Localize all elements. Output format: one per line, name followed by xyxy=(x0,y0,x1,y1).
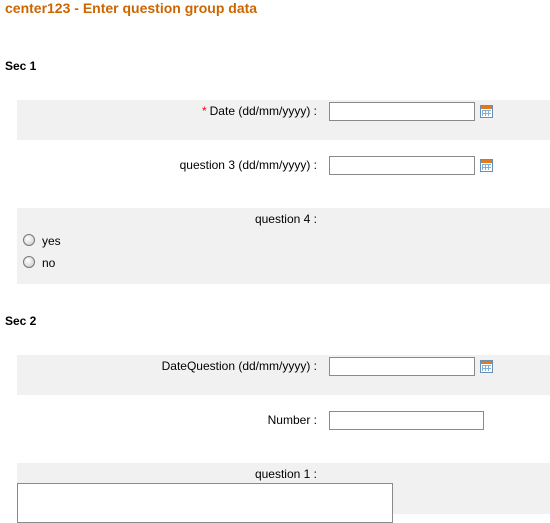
radio-yes[interactable] xyxy=(23,234,35,246)
required-marker: * xyxy=(201,104,207,118)
date-input[interactable] xyxy=(329,102,475,121)
calendar-icon[interactable] xyxy=(480,159,493,172)
calendar-icon[interactable] xyxy=(480,360,493,373)
question-1-textarea[interactable] xyxy=(17,483,393,523)
question-label-date-text: Date (dd/mm/yyyy) : xyxy=(209,104,317,118)
question-label-datequestion: DateQuestion (dd/mm/yyyy) : xyxy=(161,359,317,373)
section-heading-sec-2: Sec 2 xyxy=(5,314,37,328)
number-input[interactable] xyxy=(329,411,484,430)
radio-label-no: no xyxy=(42,256,56,270)
page-title: center123 - Enter question group data xyxy=(5,0,258,16)
question-label-question-4: question 4 : xyxy=(254,212,317,226)
question-row-datequestion: DateQuestion (dd/mm/yyyy) : xyxy=(17,355,550,395)
question-label-number: Number : xyxy=(267,413,317,427)
question-3-date-input[interactable] xyxy=(329,156,475,175)
radio-no[interactable] xyxy=(23,256,35,268)
calendar-icon[interactable] xyxy=(480,105,493,118)
question-row-number: Number : xyxy=(17,409,550,449)
section-heading-sec-1: Sec 1 xyxy=(5,59,37,73)
question-label-question-3: question 3 (dd/mm/yyyy) : xyxy=(179,158,317,172)
datequestion-input[interactable] xyxy=(329,357,475,376)
question-row-date: * Date (dd/mm/yyyy) : xyxy=(17,100,550,140)
radio-label-yes: yes xyxy=(42,234,61,248)
question-row-question-4: question 4 : yes no xyxy=(17,208,550,284)
question-label-question-1: question 1 : xyxy=(254,467,317,481)
question-label-date: * Date (dd/mm/yyyy) : xyxy=(202,104,317,118)
question-row-question-3: question 3 (dd/mm/yyyy) : xyxy=(17,154,550,194)
